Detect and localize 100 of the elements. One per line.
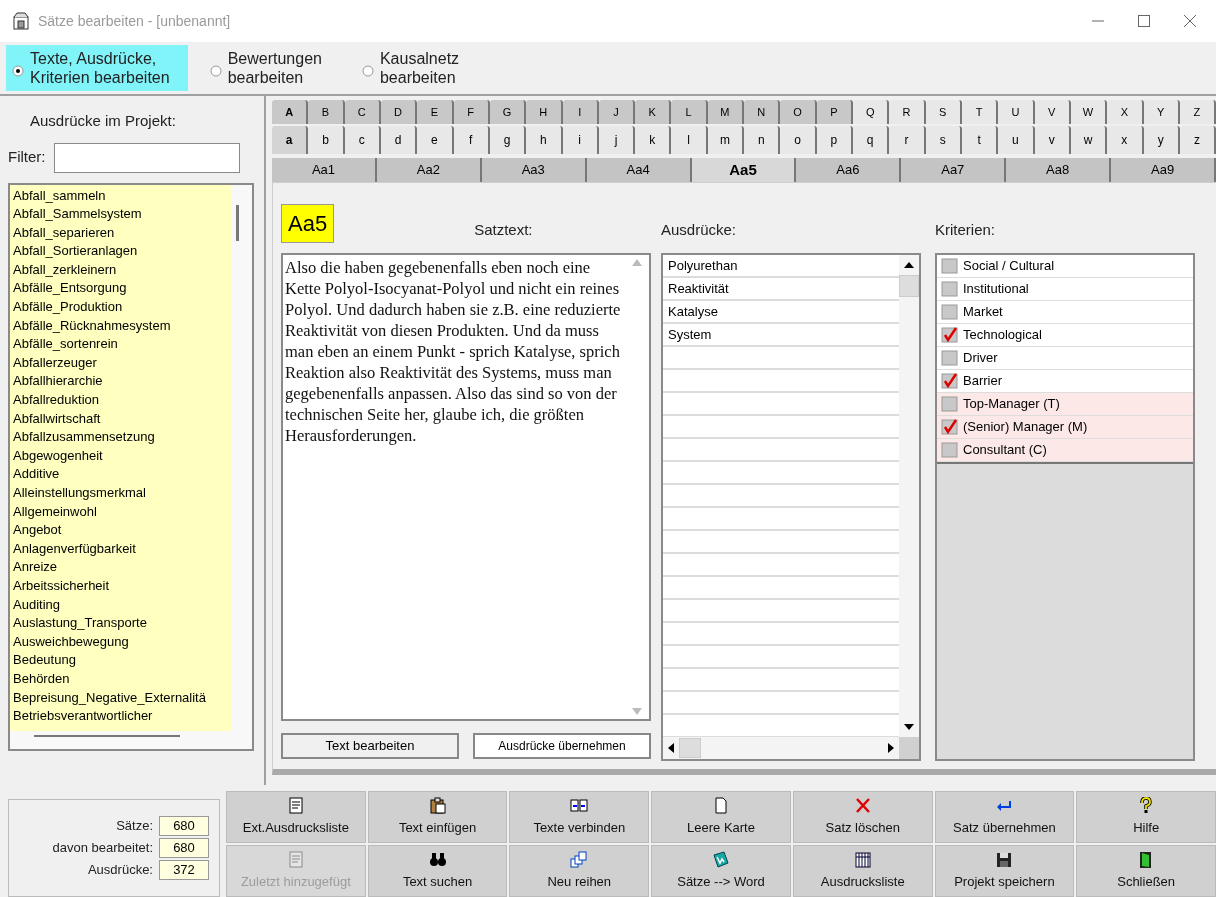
letter-tab[interactable]: f	[453, 126, 490, 154]
criterion-row[interactable]: (Senior) Manager (M)	[937, 416, 1193, 439]
criterion-row[interactable]: Consultant (C)	[937, 439, 1193, 462]
expression-list[interactable]	[10, 184, 232, 731]
list-item[interactable]: Bedeutung	[10, 651, 232, 670]
vertical-scrollbar[interactable]	[899, 255, 919, 737]
letter-tab[interactable]: V	[1034, 100, 1071, 124]
letter-tab[interactable]: c	[344, 126, 381, 154]
letter-tab[interactable]: D	[380, 100, 418, 124]
letter-tab[interactable]: G	[489, 100, 527, 124]
letter-tab[interactable]: J	[598, 100, 636, 124]
letter-tab[interactable]: A	[272, 100, 309, 124]
letter-tab[interactable]: F	[453, 100, 490, 124]
letter-tab[interactable]: o	[780, 126, 817, 154]
list-item[interactable]: Anreize	[10, 558, 232, 577]
criterion-row[interactable]: Social / Cultural	[937, 255, 1193, 278]
list-item[interactable]: Abfall_Sammelsystem	[10, 205, 232, 224]
letter-tab[interactable]: e	[417, 126, 454, 154]
scrollbar-thumb[interactable]	[899, 275, 919, 297]
letter-tab[interactable]: y	[1143, 126, 1180, 154]
letter-tab[interactable]: s	[925, 126, 962, 154]
list-item[interactable]: Abfall_Sortieranlagen	[10, 242, 232, 261]
mode-label[interactable]: Kausalnetz bearbeiten	[379, 49, 460, 87]
list-item[interactable]: Abfall_sammeln	[10, 186, 232, 206]
list-item[interactable]: Additive	[10, 465, 232, 484]
sentence-tab[interactable]: Aa7	[901, 158, 1007, 182]
letter-tab[interactable]: m	[707, 126, 745, 154]
checkbox[interactable]	[941, 395, 959, 413]
list-item[interactable]: Abfall_separieren	[10, 223, 232, 243]
checkbox[interactable]	[941, 326, 959, 344]
close-icon[interactable]	[1184, 15, 1196, 27]
scrollbar-thumb[interactable]	[34, 734, 180, 737]
letter-tab[interactable]: h	[526, 126, 563, 154]
radio-button[interactable]	[209, 65, 222, 77]
toolbar-button[interactable]: Schließen	[1076, 845, 1216, 897]
letter-tab[interactable]: t	[961, 126, 999, 154]
letter-tab[interactable]: p	[816, 126, 853, 154]
letter-tab[interactable]: K	[635, 100, 672, 124]
letter-tab[interactable]: R	[889, 100, 926, 124]
letter-tab[interactable]: a	[272, 126, 309, 154]
letter-tab[interactable]: Z	[1179, 100, 1216, 124]
toolbar-button[interactable]: Satz übernehmen	[934, 791, 1075, 843]
list-item[interactable]: Ausweichbewegung	[10, 632, 232, 652]
sentence-tab[interactable]: Aa8	[1006, 158, 1112, 182]
letter-tab[interactable]: u	[998, 126, 1035, 154]
letter-tab[interactable]: d	[380, 126, 418, 154]
letter-tab[interactable]: C	[344, 100, 381, 124]
checkbox[interactable]	[941, 372, 959, 390]
list-item[interactable]: Auslastung_Transporte	[10, 614, 232, 633]
letter-tab[interactable]: n	[744, 126, 781, 154]
list-item[interactable]: Angebot	[10, 521, 232, 540]
letter-tab[interactable]: g	[489, 126, 527, 154]
toolbar-button[interactable]: Text suchen	[367, 845, 508, 897]
criterion-row[interactable]: Driver	[937, 347, 1193, 370]
toolbar-button[interactable]: Texte verbinden	[509, 791, 650, 843]
letter-tab[interactable]: N	[744, 100, 781, 124]
letter-tab[interactable]: Q	[853, 100, 890, 124]
toolbar-button[interactable]: Text einfügen	[367, 791, 508, 843]
list-item[interactable]: Abfälle_Entsorgung	[10, 279, 232, 299]
list-item[interactable]: Abfälle_sortenrein	[10, 335, 232, 354]
checkbox[interactable]	[941, 441, 959, 459]
list-item[interactable]: Behörden	[10, 669, 232, 689]
letter-tab[interactable]: L	[671, 100, 708, 124]
letter-tab[interactable]: k	[635, 126, 672, 154]
list-item[interactable]: Abfallwirtschaft	[10, 409, 232, 429]
list-item[interactable]: Bepreisung_Negative_Externalitä	[10, 688, 232, 708]
filter-field[interactable]	[53, 142, 240, 173]
list-item[interactable]: Allgemeinwohl	[10, 502, 232, 522]
maximize-icon[interactable]	[1138, 15, 1150, 27]
checkbox[interactable]	[941, 257, 959, 275]
letter-tab[interactable]: w	[1070, 126, 1108, 154]
list-item[interactable]: Abfall_zerkleinern	[10, 260, 232, 280]
toolbar-button[interactable]: Ext.Ausdrucksliste	[226, 791, 366, 843]
letter-tab[interactable]: l	[671, 126, 708, 154]
letter-tab[interactable]: j	[598, 126, 636, 154]
list-item[interactable]: Alleinstellungsmerkmal	[10, 484, 232, 503]
sentence-tab[interactable]: Aa9	[1111, 158, 1216, 182]
list-item[interactable]: Abgewogenheit	[10, 446, 232, 466]
edit-text-button[interactable]: Text bearbeiten	[281, 733, 459, 759]
radio-button[interactable]	[361, 65, 374, 77]
list-item[interactable]: Abfallhierarchie	[10, 372, 232, 392]
checkbox[interactable]	[941, 280, 959, 298]
list-item[interactable]: Auditing	[10, 595, 232, 615]
criterion-row[interactable]: Institutional	[937, 278, 1193, 301]
toolbar-button[interactable]: Projekt speichern	[934, 845, 1075, 897]
list-item[interactable]: Abfallzusammensetzung	[10, 428, 232, 447]
radio-button[interactable]	[12, 65, 24, 77]
toolbar-button[interactable]: Ausdrucksliste	[792, 845, 933, 897]
letter-tab[interactable]: U	[998, 100, 1035, 124]
toolbar-button[interactable]: Satz löschen	[792, 791, 933, 843]
letter-tab[interactable]: X	[1107, 100, 1144, 124]
sentence-tab[interactable]: Aa3	[481, 158, 587, 182]
letter-tab[interactable]: I	[562, 100, 599, 124]
criterion-row[interactable]: Barrier	[937, 370, 1193, 393]
sentence-tab[interactable]: Aa4	[586, 158, 692, 182]
toolbar-button[interactable]: Hilfe	[1076, 791, 1216, 843]
scrollbar-thumb[interactable]	[236, 204, 239, 241]
list-item[interactable]: Abfälle_Rücknahmesystem	[10, 316, 232, 336]
letter-tab[interactable]: v	[1034, 126, 1071, 154]
list-item[interactable]: Abfallreduktion	[10, 391, 232, 410]
